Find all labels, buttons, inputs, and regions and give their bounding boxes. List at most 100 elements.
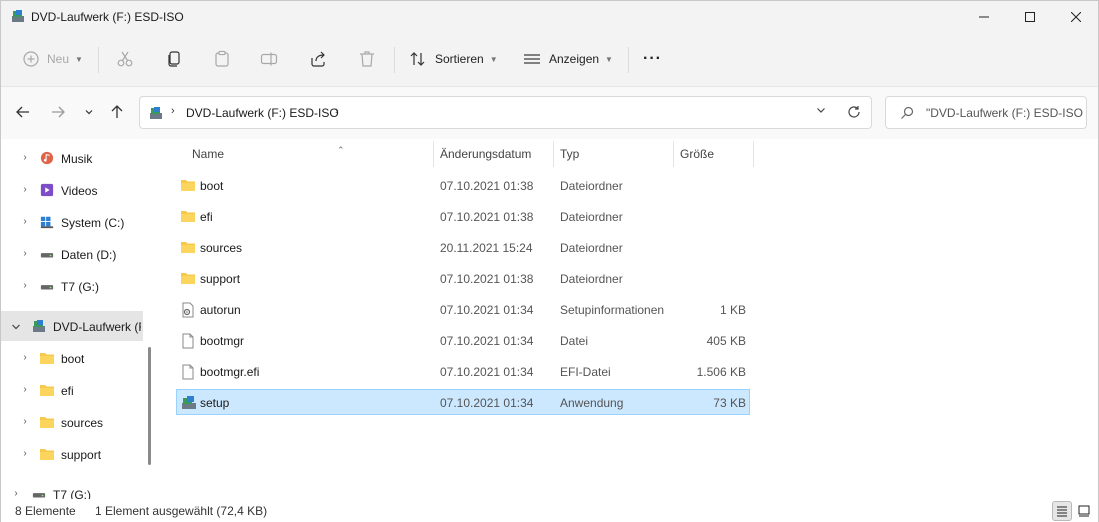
chevron-right-icon[interactable]: › [20,216,30,227]
sidebar-item-efi[interactable]: › efi [1,375,143,405]
explorer-window: DVD-Laufwerk (F:) ESD-ISO Neu ▼ Sortiere… [0,0,1099,522]
sidebar-item-boot[interactable]: › boot [1,343,143,373]
column-divider[interactable] [433,141,434,167]
details-view-button[interactable] [1052,501,1072,521]
breadcrumb-current[interactable]: DVD-Laufwerk (F:) ESD-ISO [186,106,339,120]
table-row[interactable]: efi 07.10.2021 01:38 Dateiordner [176,204,750,230]
paste-button[interactable] [213,45,231,73]
drive-icon [40,253,54,258]
sort-button[interactable]: Sortieren ▼ [409,45,498,73]
table-row[interactable]: support 07.10.2021 01:38 Dateiordner [176,266,750,292]
title-bar: DVD-Laufwerk (F:) ESD-ISO [1,1,1098,33]
sidebar-item-sources[interactable]: › sources [1,407,143,437]
column-header-type[interactable]: Typ [560,147,579,171]
more-options-button[interactable]: ··· [643,45,662,73]
table-row[interactable]: sources 20.11.2021 15:24 Dateiordner [176,235,750,261]
file-size: 73 KB [713,396,746,410]
chevron-down-icon: ▼ [489,54,498,64]
sort-ascending-icon: ⌃ [337,145,345,155]
sidebar-item-system-c[interactable]: › System (C:) [1,207,143,237]
sidebar-item-videos[interactable]: › Videos [1,175,143,205]
column-header-label: Größe [680,147,715,161]
toolbar-divider [628,47,629,73]
share-button[interactable] [309,45,327,73]
sidebar-item-label: T7 (G:) [61,280,99,294]
chevron-right-icon[interactable]: › [20,416,30,427]
share-icon [311,51,325,67]
recent-locations-button[interactable] [78,101,100,123]
forward-button[interactable] [47,101,69,123]
table-row[interactable]: bootmgr 07.10.2021 01:34 Datei 405 KB [176,328,750,354]
sidebar-item-label: Videos [61,184,98,198]
file-name: sources [200,241,243,255]
folder-icon [40,385,54,396]
table-row[interactable]: autorun 07.10.2021 01:34 Setupinformatio… [176,297,750,323]
sidebar-item-musik[interactable]: › Musik [1,143,143,173]
file-type: Setupinformationen [560,303,665,317]
chevron-right-icon[interactable]: › [20,384,30,395]
chevron-right-icon[interactable]: › [20,152,30,163]
table-row[interactable]: bootmgr.efi 07.10.2021 01:34 EFI-Datei 1… [176,359,750,385]
column-divider[interactable] [553,141,554,167]
chevron-right-icon[interactable]: › [20,448,30,459]
column-header-size[interactable]: Größe [680,147,714,171]
toolbar-divider [98,47,99,73]
sidebar-scrollbar[interactable] [148,347,151,465]
chevron-down-icon[interactable] [11,322,21,332]
folder-icon [40,417,54,428]
new-button[interactable]: Neu ▼ [23,45,83,73]
sidebar-item-dvd-drive[interactable]: DVD-Laufwerk (F:) ESD-ISO [1,311,143,341]
chevron-right-icon[interactable]: › [20,248,30,259]
file-icon [182,333,194,349]
file-size: 1 KB [719,303,746,317]
search-input[interactable]: "DVD-Laufwerk (F:) ESD-ISO... [885,96,1087,129]
close-button[interactable] [1053,1,1099,33]
maximize-icon [1025,12,1035,22]
minimize-button[interactable] [961,1,1007,33]
sidebar-item-label: System (C:) [61,216,125,230]
folder-icon [40,353,54,364]
sidebar-item-t7-g[interactable]: › T7 (G:) [1,271,143,301]
file-date: 07.10.2021 01:38 [440,179,534,193]
chevron-right-icon[interactable]: › [20,184,30,195]
table-row[interactable]: boot 07.10.2021 01:38 Dateiordner [176,173,750,199]
refresh-icon[interactable] [847,105,861,122]
window-title: DVD-Laufwerk (F:) ESD-ISO [31,10,184,24]
view-button[interactable]: Anzeigen ▼ [523,45,613,73]
file-size: 1.506 KB [696,365,746,379]
breadcrumb-chevron-icon[interactable]: › [171,105,175,117]
up-button[interactable] [106,101,128,123]
sidebar-item-support[interactable]: › support [1,439,143,469]
sidebar-item-daten-d[interactable]: › Daten (D:) [1,239,143,269]
address-dropdown-icon[interactable] [816,105,826,118]
cut-button[interactable] [116,45,134,73]
address-bar[interactable]: › DVD-Laufwerk (F:) ESD-ISO › [139,96,872,129]
file-date: 07.10.2021 01:34 [440,334,534,348]
file-list: Name ⌃ Änderungsdatum Typ Größe boot 07.… [159,139,1098,499]
chevron-right-icon[interactable]: › [20,280,30,291]
column-divider[interactable] [753,141,754,167]
sidebar-item-label: DVD-Laufwerk (F:) ESD-ISO [53,320,141,334]
maximize-button[interactable] [1007,1,1053,33]
clipboard-icon [215,50,229,67]
table-row-selected[interactable]: setup 07.10.2021 01:34 Anwendung 73 KB [176,389,750,415]
column-header-date[interactable]: Änderungsdatum [440,147,531,171]
breadcrumb-chevron-icon[interactable]: › [335,105,339,117]
column-divider[interactable] [673,141,674,167]
chevron-right-icon[interactable]: › [11,488,21,499]
settings-file-icon [182,302,194,318]
copy-button[interactable] [165,45,183,73]
tiles-view-button[interactable] [1074,501,1094,521]
delete-button[interactable] [358,45,376,73]
sidebar-item-t7-g-second[interactable]: › T7 (G:) [1,479,143,499]
music-icon [40,151,54,165]
rename-button[interactable] [260,45,278,73]
windows-drive-icon [40,216,54,229]
file-size: 405 KB [706,334,746,348]
details-view-icon [1057,506,1067,517]
folder-icon [40,449,54,460]
sidebar-item-label: Daten (D:) [61,248,117,262]
back-button[interactable] [12,101,34,123]
column-header-name[interactable]: Name ⌃ [192,145,345,171]
chevron-right-icon[interactable]: › [20,352,30,363]
